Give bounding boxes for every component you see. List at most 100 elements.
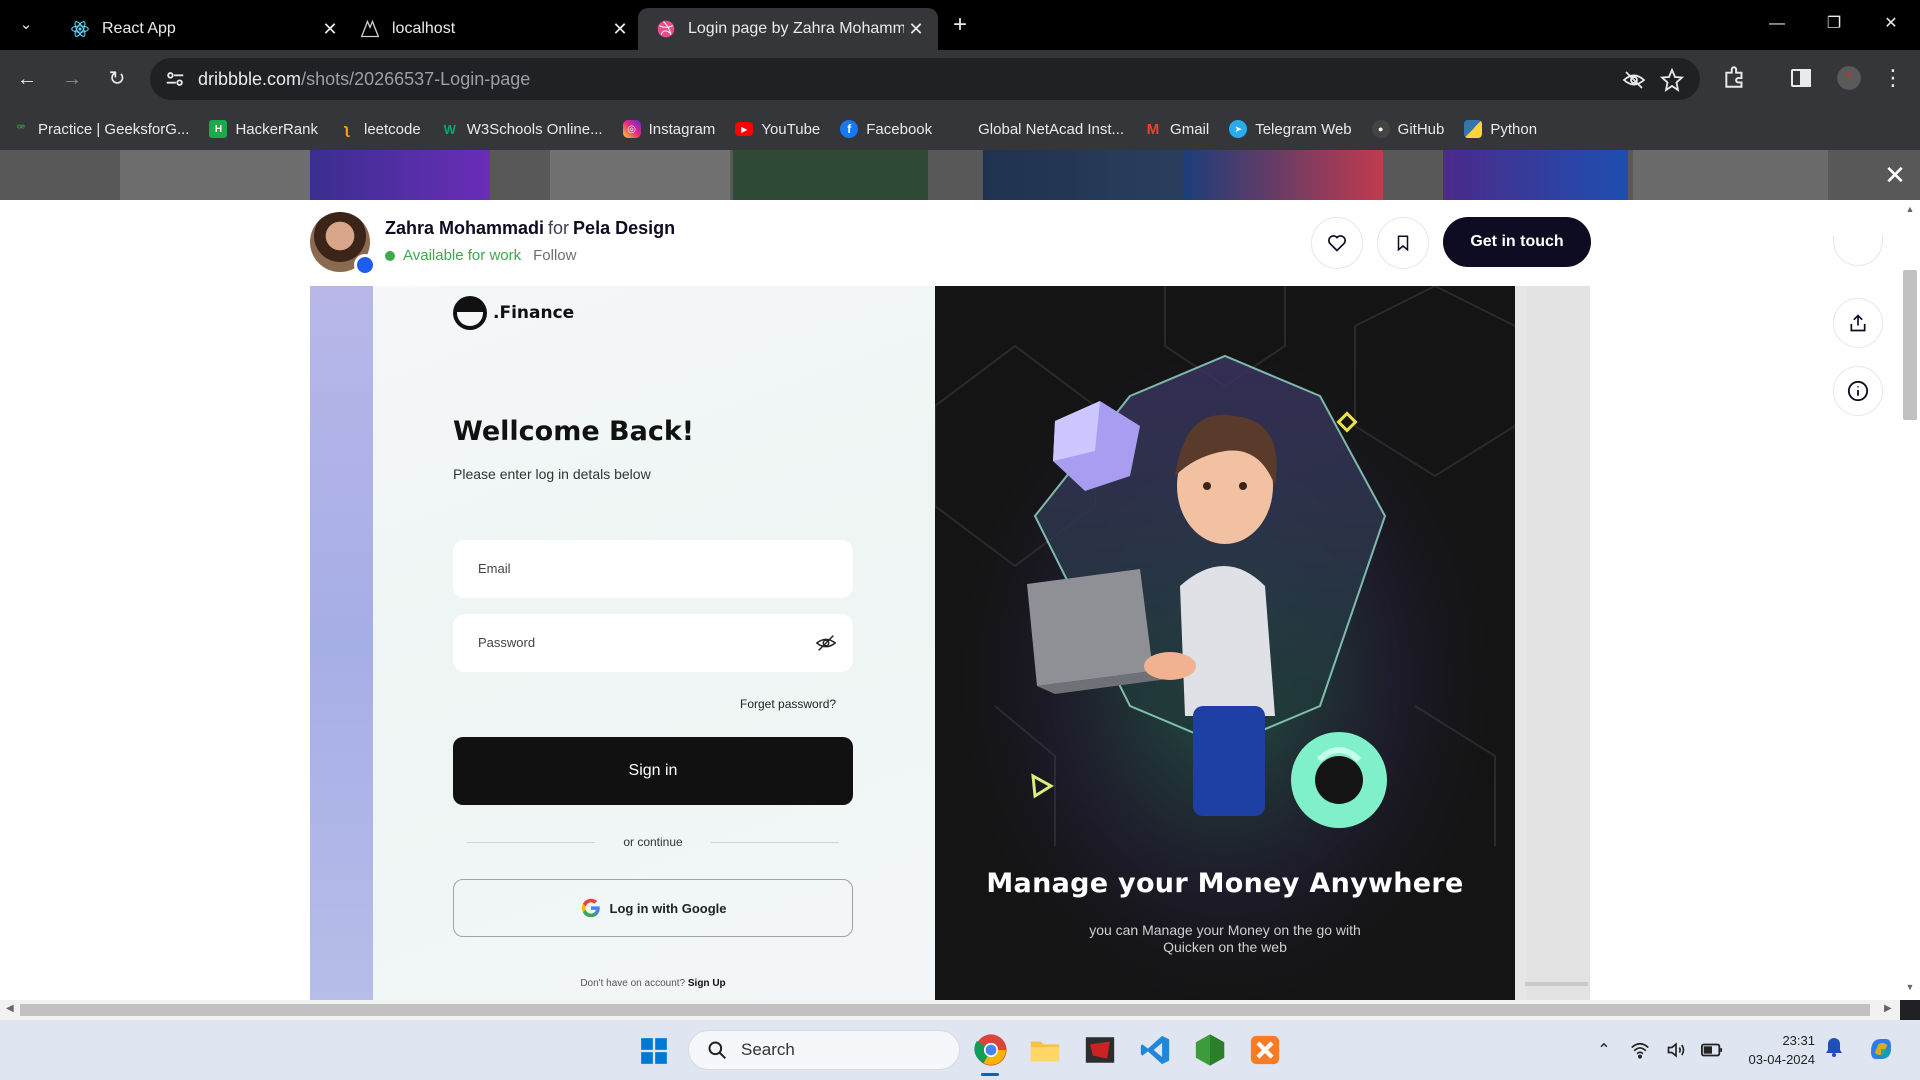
xampp-icon[interactable] — [1248, 1033, 1282, 1067]
battery-icon[interactable] — [1700, 1038, 1724, 1062]
copilot-icon[interactable] — [1866, 1034, 1896, 1064]
shot-scroll-indicator — [1525, 982, 1588, 986]
reload-icon[interactable]: ↻ — [101, 63, 133, 95]
file-explorer-icon[interactable] — [1028, 1033, 1062, 1067]
site-info-icon[interactable] — [164, 68, 186, 90]
bookmark-netacad[interactable]: Global NetAcad Inst... — [952, 120, 1124, 138]
bookmark-gmail[interactable]: M Gmail — [1144, 120, 1209, 138]
thumbnail[interactable] — [1183, 150, 1383, 200]
eye-off-icon[interactable] — [1622, 68, 1646, 92]
bookmark-star-icon[interactable] — [1659, 67, 1685, 92]
save-button[interactable] — [1377, 217, 1429, 269]
finance-logo-icon — [453, 296, 487, 330]
designer-avatar[interactable] — [310, 212, 376, 276]
tab-dribbble-login-page[interactable]: Login page by Zahra Mohamma ✕ — [638, 8, 938, 50]
bookmark-geeksforgeeks[interactable]: ꟹ Practice | GeeksforG... — [12, 120, 190, 138]
team-name[interactable]: Pela Design — [573, 218, 675, 238]
bookmark-facebook[interactable]: f Facebook — [840, 120, 932, 138]
bookmark-leetcode[interactable]: ʅ leetcode — [338, 120, 421, 138]
restore-icon[interactable]: ❐ — [1805, 0, 1863, 50]
bookmark-hackerrank[interactable]: H HackerRank — [209, 120, 318, 138]
details-button[interactable] — [1833, 366, 1883, 416]
tab-react-app[interactable]: React App ✕ — [52, 8, 352, 50]
scroll-left-icon[interactable]: ◀ — [6, 1003, 14, 1014]
windows-start-icon[interactable] — [640, 1037, 668, 1065]
share-button[interactable] — [1833, 298, 1883, 348]
menu-kebab-icon[interactable]: ⋮ — [1880, 66, 1906, 92]
bookmarks-bar: ꟹ Practice | GeeksforG... H HackerRank ʅ le… — [0, 108, 1920, 150]
signup-prompt: Don't have on account? Sign Up — [453, 978, 853, 989]
thumbnail[interactable] — [733, 150, 928, 200]
new-tab-icon[interactable]: + — [947, 12, 973, 38]
close-tab-icon[interactable]: ✕ — [318, 17, 342, 41]
instagram-icon: ◎ — [622, 120, 641, 138]
taskbar-search[interactable]: Search — [688, 1030, 960, 1070]
tab-title: React App — [102, 20, 176, 37]
taskbar-clock[interactable]: 23:31 03-04-2024 — [1740, 1031, 1816, 1069]
bookmark-github[interactable]: ● GitHub — [1371, 120, 1444, 138]
forgot-password-link: Forget password? — [740, 697, 837, 711]
bookmark-label: leetcode — [363, 120, 421, 138]
page-viewport: ✕ Zahra Mohammadi for Pela Design Availabl… — [0, 150, 1920, 1000]
bookmark-instagram[interactable]: ◎ Instagram — [622, 120, 716, 138]
tab-localhost[interactable]: localhost ✕ — [342, 8, 642, 50]
close-tab-icon[interactable]: ✕ — [608, 17, 632, 41]
follow-link[interactable]: Follow — [533, 247, 576, 264]
thumbnail[interactable] — [1443, 150, 1628, 200]
forward-icon[interactable]: → — [56, 63, 88, 95]
thumbnail[interactable] — [310, 150, 490, 200]
like-button[interactable] — [1311, 217, 1363, 269]
scroll-down-icon[interactable]: ▼ — [1900, 982, 1920, 996]
search-label: Search — [741, 1040, 795, 1059]
bookmark-telegram[interactable]: ➤ Telegram Web — [1229, 120, 1352, 138]
vscode-icon[interactable] — [1138, 1033, 1172, 1067]
chrome-icon[interactable] — [974, 1033, 1008, 1067]
minimize-icon[interactable]: — — [1748, 0, 1806, 50]
google-login-button: Log in with Google — [453, 879, 853, 937]
horizontal-scrollbar[interactable]: ◀ ▶ — [0, 1000, 1900, 1020]
thumbnail[interactable] — [120, 150, 310, 200]
designer-status: Available for work Follow — [385, 247, 576, 264]
extensions-icon[interactable] — [1722, 64, 1748, 90]
heart-icon — [1328, 235, 1346, 252]
designer-name[interactable]: Zahra Mohammadi — [385, 218, 544, 238]
profile-avatar-icon[interactable] — [1836, 65, 1862, 91]
bookmark-label: Instagram — [648, 120, 716, 138]
address-bar[interactable]: dribbble.com/shots/20266537-Login-page — [150, 58, 1700, 100]
close-modal-icon[interactable]: ✕ — [1882, 162, 1908, 188]
scrollbar-thumb[interactable] — [1903, 270, 1917, 420]
bookmark-youtube[interactable]: ▶ YouTube — [735, 121, 820, 138]
chevron-up-icon[interactable]: ⌃ — [1592, 1038, 1616, 1062]
localhost-icon — [360, 19, 380, 39]
scrollbar-thumb[interactable] — [20, 1004, 1870, 1016]
wifi-icon[interactable] — [1628, 1038, 1652, 1062]
close-tab-icon[interactable]: ✕ — [904, 17, 928, 41]
side-panel-icon[interactable] — [1789, 66, 1815, 92]
notification-bell-icon[interactable] — [1822, 1035, 1848, 1061]
scroll-right-icon[interactable]: ▶ — [1884, 1003, 1892, 1014]
bookmark-label: Practice | GeeksforG... — [38, 120, 190, 138]
tab-search-dropdown-icon[interactable]: ⌄ — [12, 11, 40, 39]
back-icon[interactable]: ← — [11, 63, 43, 95]
url-host: dribbble.com — [198, 68, 302, 89]
browser-toolbar: ← → ↻ dribbble.com/shots/20266537-Login-… — [0, 50, 1920, 108]
thumbnail[interactable] — [550, 150, 730, 200]
window-close-icon[interactable]: ✕ — [1862, 0, 1920, 50]
hero-subtitle-line-1: you can Manage your Money on the go with — [1089, 922, 1361, 938]
facebook-icon: f — [840, 120, 859, 138]
nodejs-icon[interactable] — [1193, 1033, 1227, 1067]
email-placeholder: Email — [478, 561, 511, 576]
vertical-scrollbar[interactable]: ▲ ▼ — [1900, 200, 1920, 1000]
thumbnail[interactable] — [983, 150, 1183, 200]
volume-icon[interactable] — [1664, 1038, 1688, 1062]
bookmark-python[interactable]: Python — [1464, 120, 1537, 138]
shot-thumbnail-strip: ✕ — [0, 150, 1920, 200]
app-red-icon[interactable] — [1083, 1033, 1117, 1067]
thumbnail[interactable] — [1633, 150, 1828, 200]
get-in-touch-button[interactable]: Get in touch — [1443, 217, 1591, 267]
search-icon — [707, 1040, 727, 1060]
share-icon — [1850, 314, 1866, 332]
password-placeholder: Password — [478, 635, 536, 650]
bookmark-w3schools[interactable]: W W3Schools Online... — [441, 120, 603, 138]
scroll-up-icon[interactable]: ▲ — [1900, 204, 1920, 218]
